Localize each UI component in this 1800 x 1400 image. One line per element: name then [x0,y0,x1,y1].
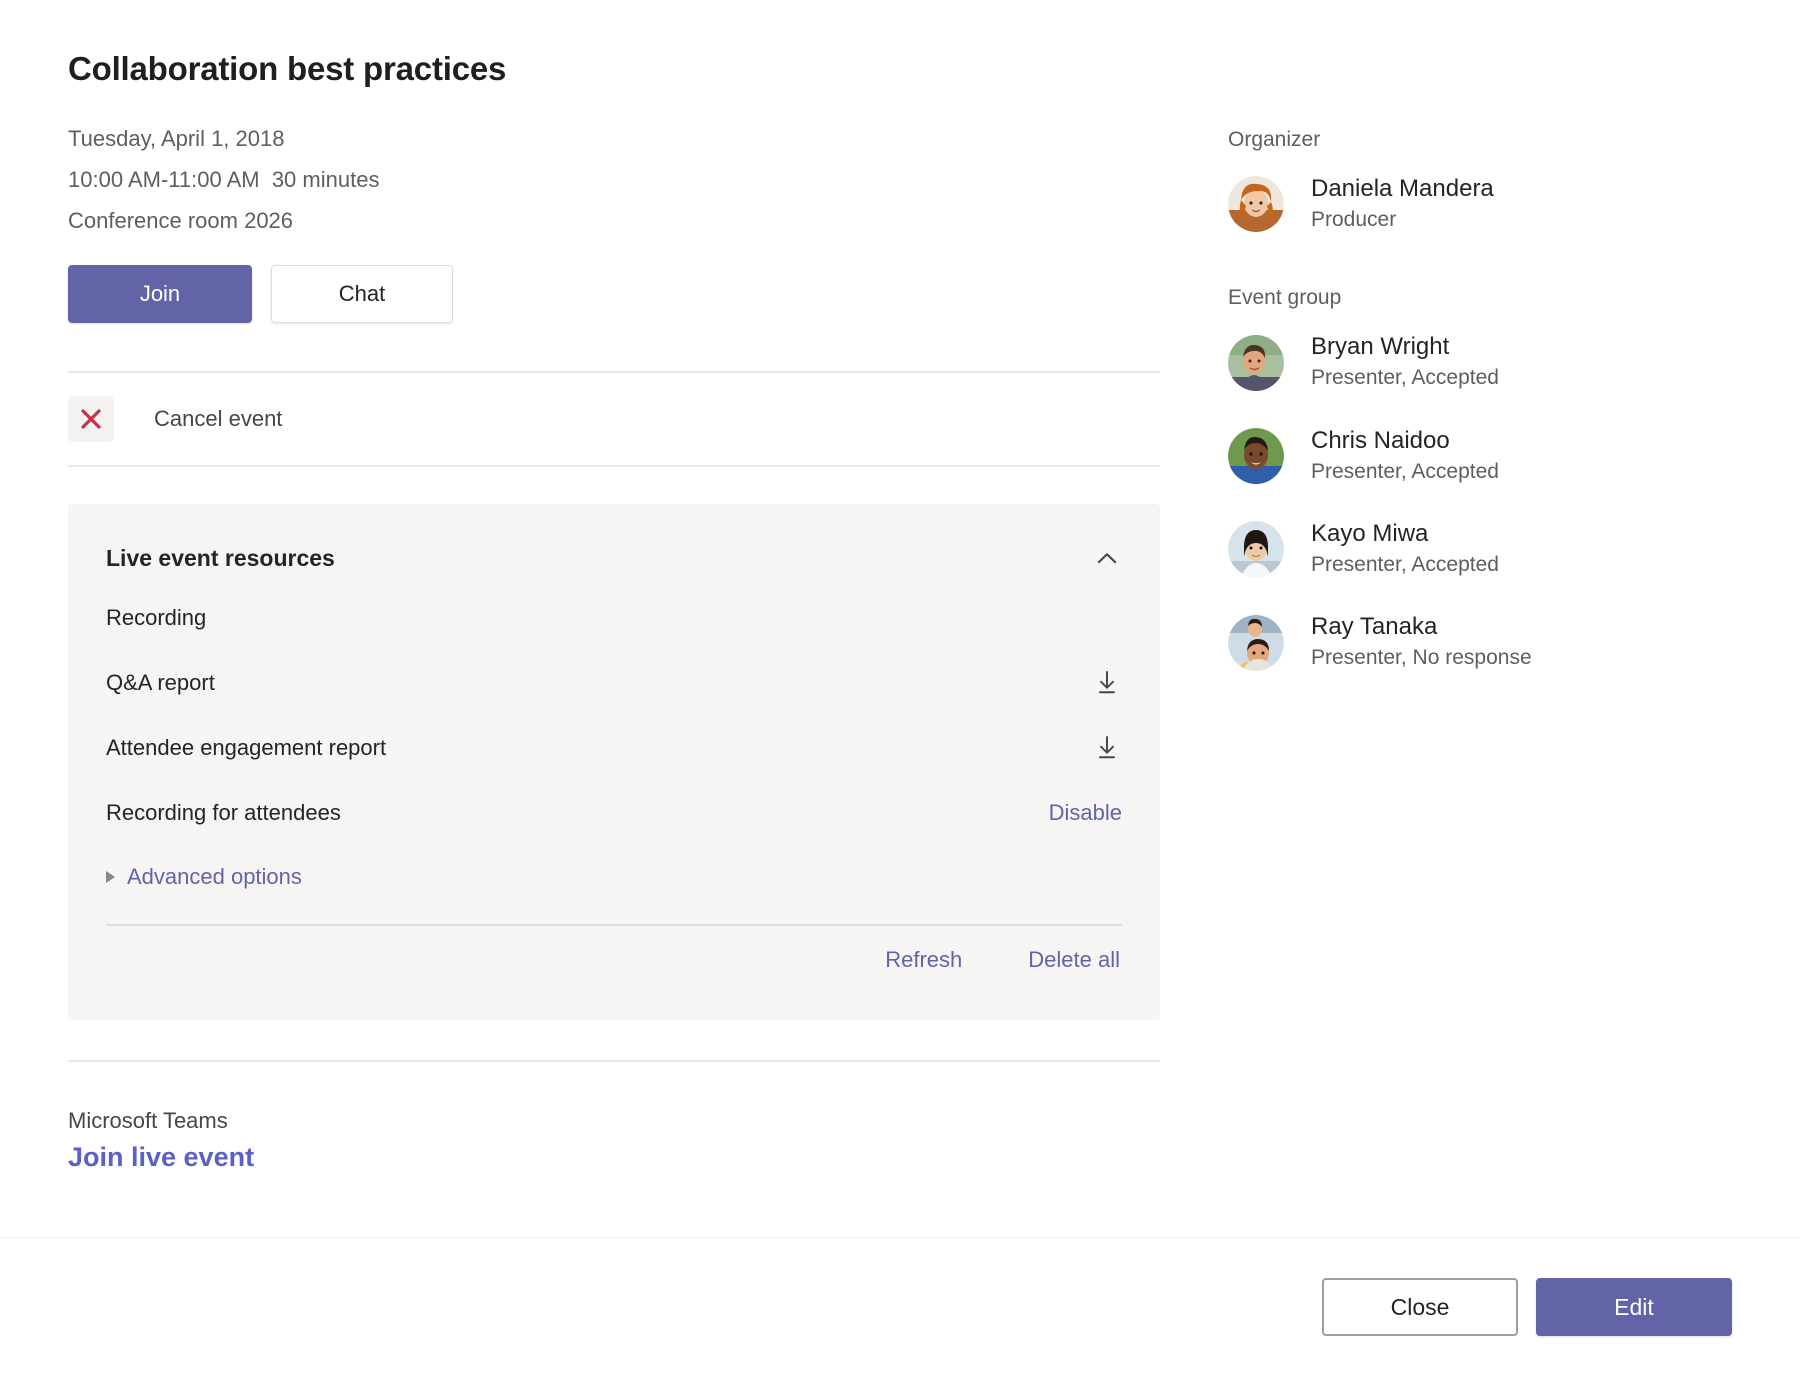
cancel-icon-container [68,396,114,442]
resource-label: Q&A report [106,670,215,696]
avatar [1228,176,1284,232]
person-role: Presenter, Accepted [1311,364,1499,392]
resource-label: Attendee engagement report [106,735,386,761]
person-role: Producer [1311,206,1494,234]
cancel-event-row[interactable]: Cancel event [68,373,1160,465]
event-group-section-label: Event group [1228,286,1748,310]
page-title: Collaboration best practices [68,50,1160,88]
event-main-column: Collaboration best practices Tuesday, Ap… [68,50,1160,1173]
person-text: Kayo Miwa Presenter, Accepted [1311,519,1499,579]
resources-panel-footer: Refresh Delete all [106,926,1122,994]
download-icon[interactable] [1092,668,1122,698]
join-button[interactable]: Join [68,265,252,323]
teams-join-block: Microsoft Teams Join live event [68,1108,1160,1173]
join-live-event-link[interactable]: Join live event [68,1142,1160,1173]
resource-row-recording-for-attendees: Recording for attendees Disable [106,781,1122,846]
organizer-person[interactable]: Daniela Mandera Producer [1228,174,1748,234]
event-group-member[interactable]: Ray Tanaka Presenter, No response [1228,612,1748,672]
teams-app-label: Microsoft Teams [68,1108,1160,1134]
resource-label: Recording for attendees [106,800,341,826]
avatar [1228,521,1284,577]
dialog-footer: Close Edit [0,1238,1800,1400]
person-name: Ray Tanaka [1311,612,1532,642]
refresh-link[interactable]: Refresh [885,947,962,973]
chevron-up-icon[interactable] [1092,544,1122,574]
person-role: Presenter, Accepted [1311,458,1499,486]
event-location: Conference room 2026 [68,200,1160,241]
close-x-icon [79,407,103,431]
avatar [1228,428,1284,484]
people-column: Organizer [1228,128,1748,706]
resources-panel-header[interactable]: Live event resources [106,532,1122,586]
avatar-kayo-image [1228,521,1284,577]
event-group-member[interactable]: Chris Naidoo Presenter, Accepted [1228,426,1748,486]
organizer-section-label: Organizer [1228,128,1748,152]
person-name: Daniela Mandera [1311,174,1494,204]
resource-row-recording: Recording [106,586,1122,651]
avatar [1228,615,1284,671]
divider-below-cancel [68,465,1160,467]
edit-button[interactable]: Edit [1536,1278,1732,1336]
resources-panel-title: Live event resources [106,545,335,572]
person-text: Ray Tanaka Presenter, No response [1311,612,1532,672]
event-date: Tuesday, April 1, 2018 [68,118,1160,159]
event-time: 10:00 AM-11:00 AM 30 minutes [68,159,1160,200]
person-text: Daniela Mandera Producer [1311,174,1494,234]
person-role: Presenter, No response [1311,644,1532,672]
chat-button[interactable]: Chat [271,265,453,323]
person-text: Chris Naidoo Presenter, Accepted [1311,426,1499,486]
footer-button-group: Close Edit [1322,1278,1732,1336]
resource-row-qa-report: Q&A report [106,651,1122,716]
advanced-options-toggle[interactable]: Advanced options [106,846,1122,908]
advanced-options-label: Advanced options [127,864,302,890]
event-group-member[interactable]: Bryan Wright Presenter, Accepted [1228,332,1748,392]
event-action-row: Join Chat [68,265,1160,323]
dialog-content: Collaboration best practices Tuesday, Ap… [0,0,1800,1238]
person-role: Presenter, Accepted [1311,551,1499,579]
resource-label: Recording [106,605,206,631]
divider-above-teams [68,1060,1160,1062]
resource-row-attendee-engagement-report: Attendee engagement report [106,716,1122,781]
delete-all-link[interactable]: Delete all [1028,947,1120,973]
avatar [1228,335,1284,391]
triangle-right-icon [106,871,115,883]
avatar-bryan-image [1228,335,1284,391]
download-icon[interactable] [1092,733,1122,763]
person-name: Bryan Wright [1311,332,1499,362]
avatar-daniela-image [1228,176,1284,232]
cancel-event-label: Cancel event [154,406,282,432]
disable-recording-link[interactable]: Disable [1049,800,1122,826]
person-name: Kayo Miwa [1311,519,1499,549]
live-event-resources-panel: Live event resources Recording Q&A repor… [68,504,1160,1020]
avatar-chris-image [1228,428,1284,484]
live-event-details-dialog: Collaboration best practices Tuesday, Ap… [0,0,1800,1400]
event-group-member[interactable]: Kayo Miwa Presenter, Accepted [1228,519,1748,579]
person-text: Bryan Wright Presenter, Accepted [1311,332,1499,392]
avatar-ray-image [1228,615,1284,671]
person-name: Chris Naidoo [1311,426,1499,456]
close-button[interactable]: Close [1322,1278,1518,1336]
